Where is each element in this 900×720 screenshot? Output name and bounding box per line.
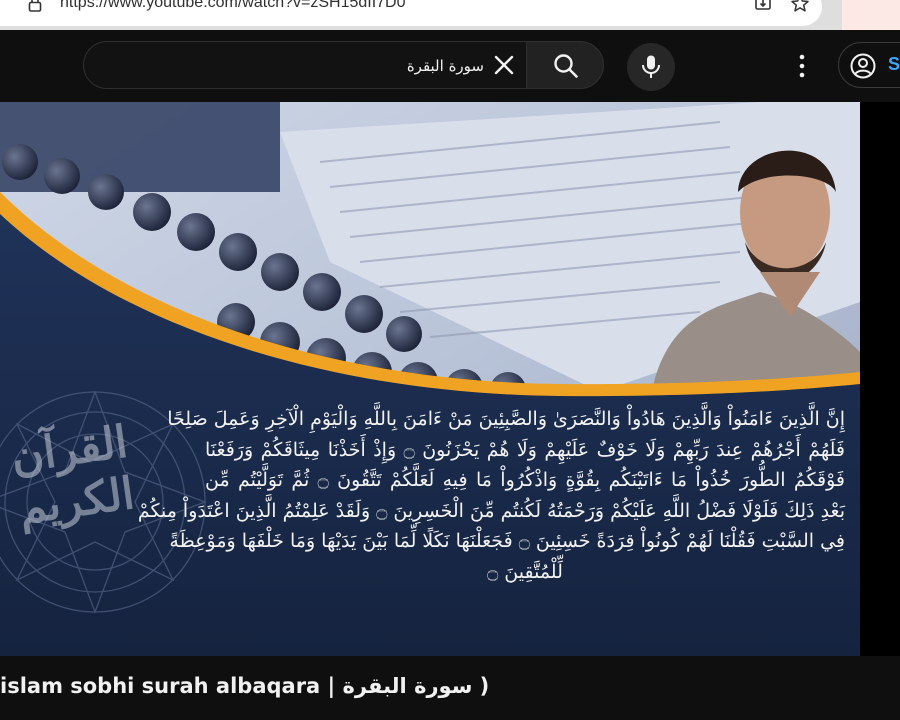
search-box xyxy=(83,41,604,90)
search-input[interactable] xyxy=(102,42,486,90)
close-icon[interactable] xyxy=(492,53,516,77)
verse-text: إِنَّ الَّذِينَ ءَامَنُواْ وَالَّذِينَ ه… xyxy=(137,404,845,587)
sign-in-button[interactable]: S xyxy=(838,42,900,88)
verse-line: فَوْقَكُمُ الطُّورَ خُذُواْ مَا ءَاتَيْن… xyxy=(205,469,845,491)
verse-line: بَعْدِ ذَلِكَ فَلَوْلَا فَضْلُ اللَّهِ ع… xyxy=(137,499,845,522)
browser-address-bar: https://www.youtube.com/watch?v=zSH15dII… xyxy=(0,0,900,30)
quran-calligraphy: القرآن الكريم xyxy=(7,416,138,535)
verse-line: إِنَّ الَّذِينَ ءَامَنُواْ وَالَّذِينَ ه… xyxy=(167,408,845,430)
account-circle-icon xyxy=(850,53,876,79)
verse-line: لِّلْمُتَّقِينَ ۝ xyxy=(487,560,563,583)
video-player[interactable]: القرآن الكريم إِنَّ الَّذِينَ ءَامَنُواْ… xyxy=(0,102,860,656)
verse-line: فَلَهُمْ أَجْرُهُمْ عِندَ رَبِّهِمْ وَلَ… xyxy=(205,438,845,461)
search-button[interactable] xyxy=(526,41,604,89)
bookmark-star-icon[interactable] xyxy=(790,0,810,14)
video-title: ( سورة البقرة | islam sobhi surah albaqa… xyxy=(0,674,490,698)
video-letterbox xyxy=(860,102,900,656)
verse-line: فِي السَّبْتِ فَقُلْنَا لَهُمْ كُونُواْ … xyxy=(169,530,845,552)
video-info: ( سورة البقرة | islam sobhi surah albaqa… xyxy=(0,656,900,720)
mic-icon xyxy=(642,55,660,78)
url-field[interactable]: https://www.youtube.com/watch?v=zSH15dII… xyxy=(0,0,822,26)
install-app-icon[interactable] xyxy=(754,0,774,14)
url-text: https://www.youtube.com/watch?v=zSH15dII… xyxy=(60,0,406,11)
browser-side-panel xyxy=(842,0,900,30)
youtube-header: S xyxy=(0,30,900,102)
lock-icon[interactable] xyxy=(28,0,42,12)
sign-in-label: S xyxy=(888,54,900,74)
search-icon xyxy=(554,54,578,78)
more-vert-icon[interactable] xyxy=(790,52,814,80)
voice-search-button[interactable] xyxy=(627,43,675,91)
